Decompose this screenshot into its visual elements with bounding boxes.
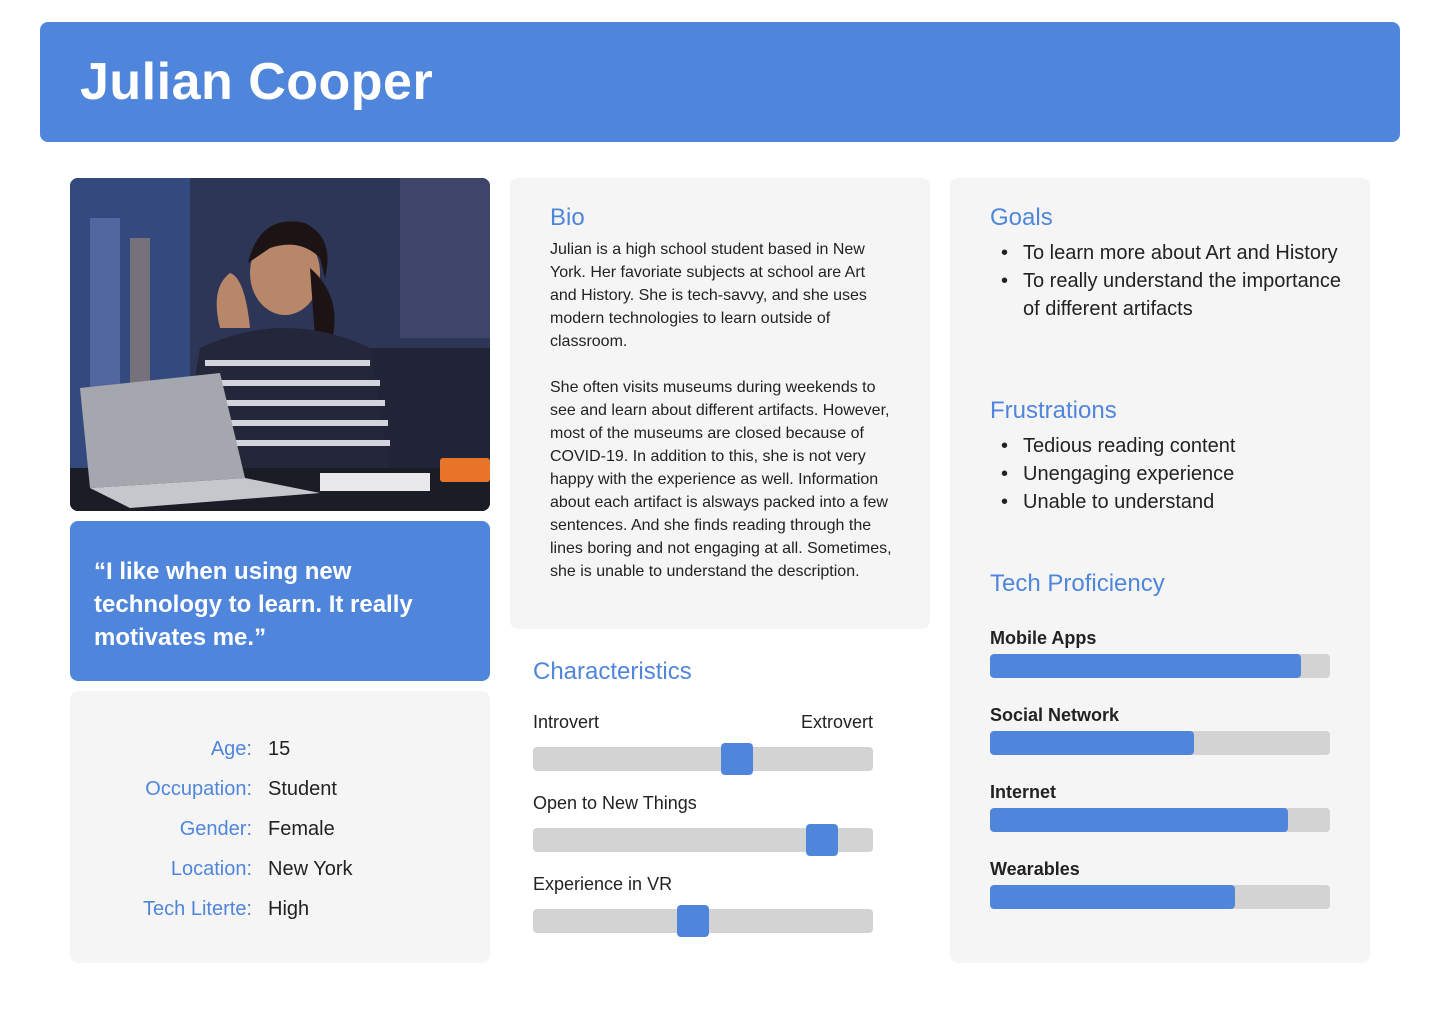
proficiency-label: Social Network (990, 705, 1120, 725)
proficiency-fill (990, 885, 1235, 909)
list-item: To learn more about Art and History (990, 239, 1350, 267)
persona-quote-card: “I like when using new technology to lea… (70, 521, 490, 681)
persona-quote: “I like when using new technology to lea… (94, 558, 413, 651)
proficiency-label: Mobile Apps (990, 628, 1097, 648)
proficiency-fill (990, 731, 1194, 755)
list-item: Unengaging experience (990, 460, 1350, 488)
introvert-extrovert-slider[interactable] (533, 743, 873, 775)
proficiency-bar-mobile-apps (990, 654, 1330, 678)
bio-title: Bio (550, 204, 585, 231)
demographic-label: Gender: (179, 818, 252, 840)
demographic-label: Location: (170, 858, 252, 880)
tech-proficiency-title: Tech Proficiency (990, 570, 1165, 597)
persona-header: Julian Cooper (40, 22, 1400, 142)
bio-paragraph: Julian is a high school student based in… (550, 241, 867, 350)
proficiency-fill (990, 654, 1302, 678)
demographic-value: 15 (268, 738, 291, 760)
slider-handle[interactable] (721, 743, 753, 775)
characteristics-title: Characteristics (533, 658, 692, 685)
goals-card: Goals To learn more about Art and Histor… (950, 178, 1370, 963)
list-item: Tedious reading content (990, 432, 1350, 460)
proficiency-fill (990, 808, 1288, 832)
slider-right-label: Extrovert (800, 712, 873, 732)
goals-list: To learn more about Art and History To r… (990, 239, 1350, 323)
frustrations-list: Tedious reading content Unengaging exper… (990, 432, 1350, 516)
list-item: Unable to understand (990, 488, 1350, 516)
characteristics-section: Characteristics Introvert Extrovert Open… (533, 658, 873, 948)
proficiency-bar-internet (990, 808, 1330, 832)
demographic-row-location: Location: New York (70, 858, 490, 888)
proficiency-bar-social-network (990, 731, 1330, 755)
demographics-card: Age: 15 Occupation: Student Gender: Fema… (70, 691, 490, 963)
proficiency-label: Wearables (990, 859, 1080, 879)
persona-name: Julian Cooper (80, 53, 434, 111)
slider-handle[interactable] (676, 905, 709, 937)
demographic-row-tech-literacy: Tech Literte: High (70, 898, 490, 928)
frustrations-title: Frustrations (990, 397, 1117, 424)
demographic-row-gender: Gender: Female (70, 818, 490, 848)
proficiency-bar-wearables (990, 885, 1330, 909)
bio-card: Bio Julian is a high school student base… (510, 178, 930, 629)
demographic-value: High (268, 898, 310, 920)
demographic-value: Student (268, 778, 337, 800)
list-item: To really understand the importance of d… (990, 267, 1350, 323)
experience-in-vr-slider[interactable] (533, 905, 873, 937)
slider-left-label: Open to New Things (533, 793, 697, 813)
proficiency-label: Internet (990, 782, 1057, 802)
demographic-row-occupation: Occupation: Student (70, 778, 490, 808)
slider-handle[interactable] (806, 824, 838, 856)
demographic-value: New York (268, 858, 353, 880)
persona-photo (70, 178, 490, 511)
demographic-value: Female (268, 818, 335, 840)
demographic-label: Occupation: (145, 778, 252, 800)
bio-paragraph: She often visits museums during weekends… (550, 379, 892, 580)
slider-left-label: Experience in VR (533, 874, 673, 894)
goals-title: Goals (990, 204, 1053, 231)
demographic-label: Tech Literte: (143, 898, 252, 920)
demographic-row-age: Age: 15 (70, 738, 490, 768)
open-to-new-things-slider[interactable] (533, 824, 873, 856)
slider-left-label: Introvert (533, 712, 600, 732)
demographic-label: Age: (210, 738, 252, 760)
